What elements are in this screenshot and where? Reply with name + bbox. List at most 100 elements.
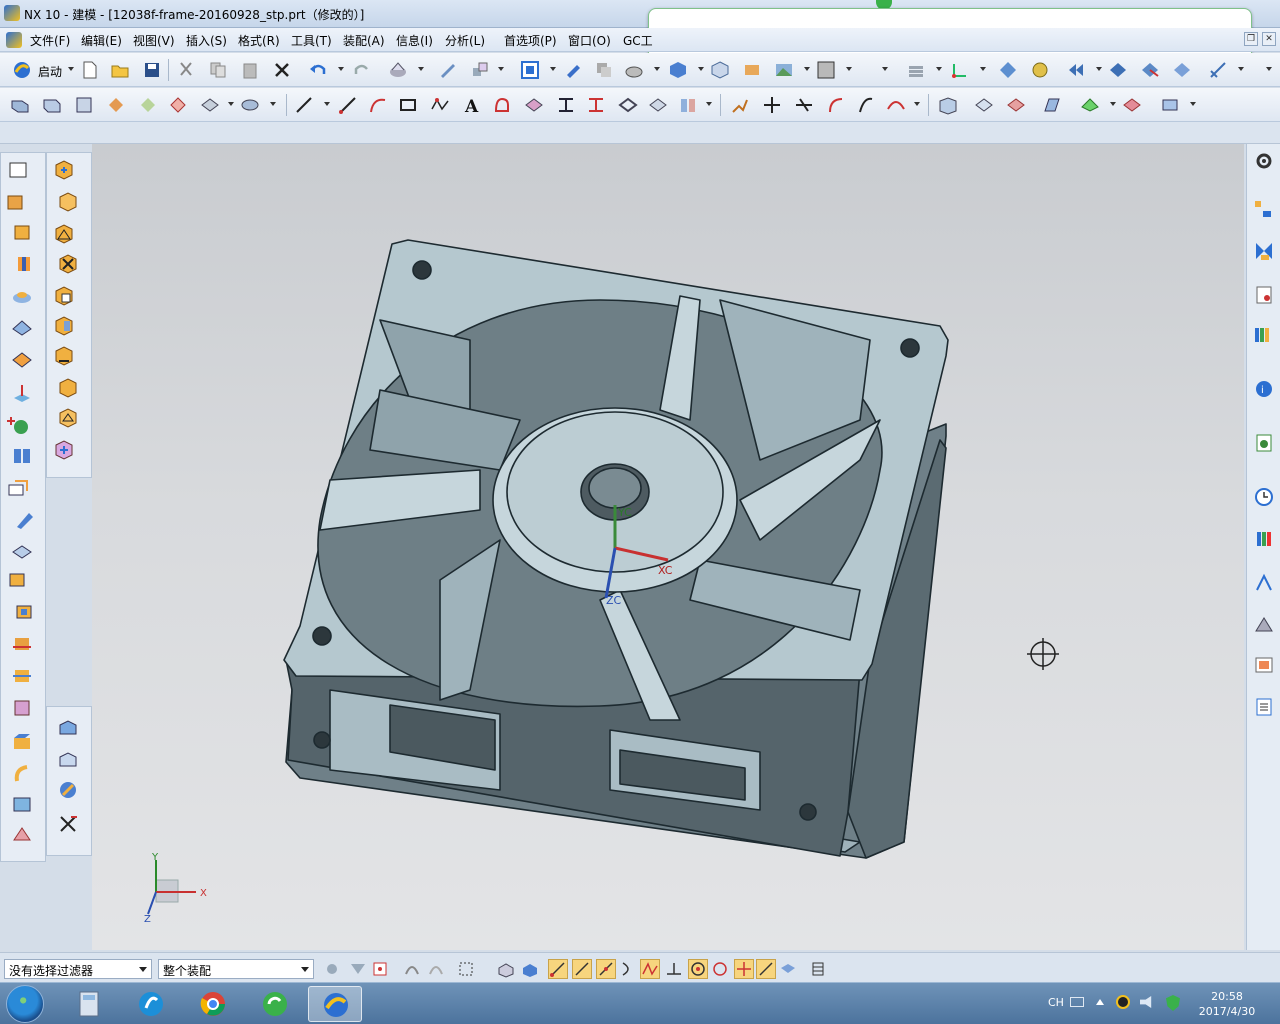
undo-dropdown-icon[interactable] [338,67,344,71]
edit-arrangement-icon[interactable] [57,749,79,771]
tube-icon[interactable] [240,95,260,115]
select-face-icon[interactable] [426,959,446,979]
chamfer-icon[interactable] [7,569,29,591]
text-icon[interactable]: A [462,95,482,115]
select-point-icon[interactable] [370,959,390,979]
settings-gear-icon[interactable] [1253,150,1275,172]
sequence-icon[interactable] [57,779,79,801]
view-cube-icon[interactable] [710,60,730,80]
wcs-origin-icon[interactable] [950,60,970,80]
repeat-dropdown-icon[interactable] [418,67,424,71]
line-dropdown-icon[interactable] [324,102,330,106]
keyboard-icon[interactable] [1070,997,1084,1007]
menu-view[interactable]: 视图(V) [133,32,175,49]
surface-dropdown-icon[interactable] [228,102,234,106]
motion-icon[interactable] [1066,60,1086,80]
shaded-edges-icon[interactable] [742,60,762,80]
background-dropdown-icon[interactable] [804,67,810,71]
wcs-origin-dropdown-icon[interactable] [980,67,986,71]
bounded-plane-icon[interactable] [200,95,220,115]
snap-perpendicular-icon[interactable] [664,959,684,979]
layer-settings-icon[interactable] [594,60,614,80]
rectangle-icon[interactable] [398,95,418,115]
web-browser-icon[interactable]: i [1253,378,1275,400]
block-icon[interactable] [7,477,29,499]
assembly-nav-icon[interactable] [1030,60,1050,80]
wcs-display-icon[interactable] [816,60,836,80]
bounded-surface-icon[interactable] [1122,95,1142,115]
assembly-constraints-icon[interactable] [53,345,75,367]
nx-menu-icon[interactable] [6,32,22,48]
menu-gc-toolkits[interactable]: GC工 [623,32,653,49]
select-curve-icon[interactable] [402,959,422,979]
silhouette-flange-icon[interactable] [1160,95,1180,115]
select-body-icon[interactable] [496,959,516,979]
swept-icon[interactable] [106,95,126,115]
bridge-curve-icon[interactable] [678,95,698,115]
start-menu-icon[interactable] [6,985,44,1023]
restore-icon[interactable]: ❐ [1244,32,1258,46]
select-component-icon[interactable] [520,959,540,979]
extract-curve-icon[interactable] [618,95,638,115]
repeat-command-icon[interactable] [388,60,408,80]
project-curve-icon[interactable] [524,95,544,115]
assembly-navigator-icon[interactable] [1253,198,1275,220]
background-icon[interactable] [774,60,794,80]
history-clock-icon[interactable] [1253,486,1275,508]
measure-icon[interactable] [11,823,33,845]
extrude-icon[interactable] [5,191,27,213]
toolbar-more-icon[interactable] [1266,67,1272,71]
taskbar-refresh-app-icon[interactable] [248,986,302,1022]
undo-icon[interactable] [308,60,328,80]
reposition-icon[interactable] [1172,60,1192,80]
security-shield-icon[interactable] [1166,995,1180,1011]
orient-dropdown-icon[interactable] [698,67,704,71]
datum-plane-icon[interactable] [11,383,33,405]
intersect-icon[interactable] [11,793,33,815]
draft-icon[interactable] [13,509,35,531]
graphics-viewport[interactable]: YC XC ZC Y X Z [92,144,1244,950]
studio-surface-icon[interactable] [168,95,188,115]
feature-filter-icon[interactable] [348,959,368,979]
menu-format[interactable]: 格式(R) [238,32,280,49]
document-list-icon[interactable] [1253,696,1275,718]
trim-body-icon[interactable] [11,633,33,655]
render-style-icon[interactable] [624,60,644,80]
intersect-curve-icon[interactable] [556,95,576,115]
taskbar-chrome-icon[interactable] [186,986,240,1022]
close-icon[interactable]: ✕ [1262,32,1276,46]
taskbar-calculator-icon[interactable] [62,986,116,1022]
extrude-surface-icon[interactable] [10,95,30,115]
system-clock[interactable]: 20:58 2017/4/30 [1196,989,1258,1019]
snap-endpoint-icon[interactable] [548,959,568,979]
snap-arc-icon[interactable] [618,959,638,979]
trim-sheet-icon[interactable] [938,95,958,115]
pattern-component-icon[interactable] [53,439,75,461]
wcs-dropdown-icon[interactable] [846,67,852,71]
snap-control-point-icon[interactable] [596,959,616,979]
offset-curve-icon[interactable] [492,95,512,115]
curve-analysis-icon[interactable] [730,95,750,115]
menu-preferences[interactable]: 首选项(P) [504,32,557,49]
through-curves-icon[interactable] [74,95,94,115]
menu-insert[interactable]: 插入(S) [186,32,227,49]
menu-analysis[interactable]: 分析(L) [445,32,485,49]
edit-object-display-icon[interactable] [438,60,458,80]
snap-point-on-face-icon[interactable] [778,959,798,979]
unite-icon[interactable] [11,731,33,753]
delete-icon[interactable] [272,60,292,80]
n-sided-surface-icon[interactable] [138,95,158,115]
type-filter-select[interactable]: 没有选择过滤器 [4,959,152,979]
fillet-curve-icon[interactable] [826,95,846,115]
volume-icon[interactable] [1140,996,1152,1008]
motion-dropdown-icon[interactable] [1096,67,1102,71]
snap-quadrant-icon[interactable] [710,959,730,979]
offset-face-icon[interactable] [11,697,33,719]
shell-icon[interactable] [13,601,35,623]
start-dropdown-icon[interactable] [68,67,74,71]
selection-scope-select[interactable]: 整个装配 [158,959,314,979]
add-component-icon[interactable] [53,159,75,181]
fit-dropdown-icon[interactable] [550,67,556,71]
redo-icon[interactable] [352,60,372,80]
reuse-library-icon[interactable] [1253,324,1275,346]
